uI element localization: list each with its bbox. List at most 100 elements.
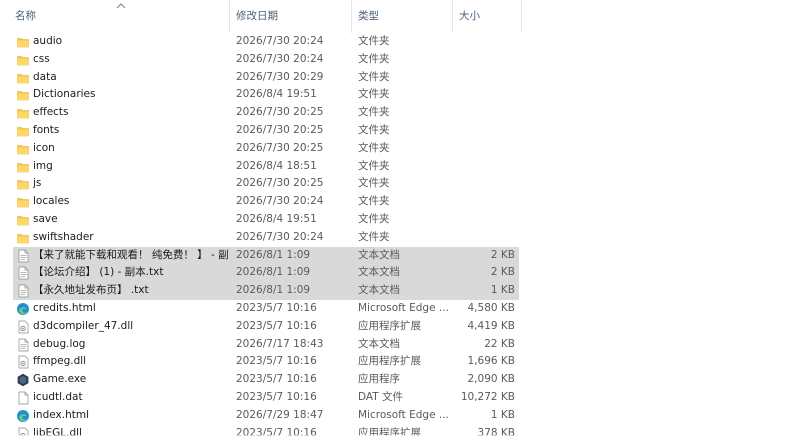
file-row[interactable]: locales 2026/7/30 20:24 文件夹 xyxy=(13,193,519,211)
file-name: d3dcompiler_47.dll xyxy=(33,319,134,332)
file-date: 2026/7/29 18:47 xyxy=(236,408,324,421)
column-header-type[interactable]: 类型 xyxy=(358,0,379,33)
file-size: 10,272 KB xyxy=(460,391,515,403)
file-row[interactable]: 【永久地址发布页】 .txt 2026/8/1 1:09 文本文档 1 KB xyxy=(13,282,519,300)
file-type: 文件夹 xyxy=(358,70,390,83)
dll-icon xyxy=(16,355,30,369)
file-type: 文件夹 xyxy=(358,141,390,154)
file-name: Game.exe xyxy=(33,373,87,386)
file-row[interactable]: index.html 2026/7/29 18:47 Microsoft Edge … xyxy=(13,407,519,425)
dll-icon xyxy=(16,427,30,436)
file-name: fonts xyxy=(33,124,60,136)
file-row[interactable]: credits.html 2023/5/7 10:16 Microsoft Edge… xyxy=(13,300,519,318)
file-name: index.html xyxy=(33,408,89,421)
file-size xyxy=(453,175,515,193)
blank-file-icon xyxy=(16,391,30,405)
column-header-date[interactable]: 修改日期 xyxy=(236,0,278,33)
file-row[interactable]: 【来了就能下载和观看！ 纯免费！ 】 - 副... 2026/8/1 1:09 文本… xyxy=(13,246,519,265)
edge-icon xyxy=(16,302,30,316)
file-date: 2026/8/1 1:09 xyxy=(236,248,311,261)
column-header-bar: 名称 修改日期 类型 大小 xyxy=(0,0,800,33)
file-date: 2023/5/7 10:16 xyxy=(236,302,317,314)
file-row[interactable]: 【论坛介绍】 (1) - 副本.txt 2026/8/1 1:09 文本文档 2 KB xyxy=(13,264,519,283)
file-row[interactable]: data 2026/7/30 20:29 文件夹 xyxy=(13,69,519,87)
file-name: Dictionaries xyxy=(33,88,96,101)
file-row[interactable]: save 2026/8/4 19:51 文件夹 xyxy=(13,211,519,229)
folder-icon xyxy=(16,177,30,191)
file-size: 2 KB xyxy=(490,248,515,261)
text-file-icon xyxy=(16,338,30,352)
file-date: 2023/5/7 10:16 xyxy=(236,373,317,386)
file-name: ffmpeg.dll xyxy=(33,355,87,368)
sort-ascending-icon xyxy=(116,3,126,9)
file-name: img xyxy=(33,159,53,172)
file-size xyxy=(453,104,515,122)
file-name: icudtl.dat xyxy=(33,391,83,403)
file-row[interactable]: css 2026/7/30 20:24 文件夹 xyxy=(13,51,519,69)
column-divider[interactable] xyxy=(351,0,352,33)
file-name: icon xyxy=(33,141,55,154)
file-size xyxy=(453,33,515,51)
game-exe-icon xyxy=(16,373,30,387)
file-date: 2023/5/7 10:16 xyxy=(236,391,317,403)
file-size: 22 KB xyxy=(484,337,515,350)
folder-icon xyxy=(16,231,30,245)
file-row[interactable]: ffmpeg.dll 2023/5/7 10:16 应用程序扩展 1,696 KB xyxy=(13,353,519,371)
folder-icon xyxy=(16,71,30,85)
file-size xyxy=(453,193,515,211)
file-type: 文本文档 xyxy=(358,248,400,261)
file-row[interactable]: d3dcompiler_47.dll 2023/5/7 10:16 应用程序扩展 4,… xyxy=(13,318,519,336)
column-divider[interactable] xyxy=(452,0,453,33)
file-name: locales xyxy=(33,195,70,208)
column-divider[interactable] xyxy=(521,0,522,33)
file-row[interactable]: Dictionaries 2026/8/4 19:51 文件夹 xyxy=(13,86,519,104)
file-type: 文件夹 xyxy=(358,124,390,136)
file-type: 文件夹 xyxy=(358,106,390,119)
file-date: 2026/7/30 20:24 xyxy=(236,195,324,208)
file-name: css xyxy=(33,52,50,65)
file-date: 2026/8/4 18:51 xyxy=(236,159,317,172)
edge-icon xyxy=(16,409,30,423)
file-row[interactable]: libEGL.dll 2023/5/7 10:16 应用程序扩展 378 KB xyxy=(13,425,519,439)
file-date: 2026/8/4 19:51 xyxy=(236,213,317,225)
file-row[interactable]: audio 2026/7/30 20:24 文件夹 xyxy=(13,33,519,51)
file-row[interactable]: img 2026/8/4 18:51 文件夹 xyxy=(13,158,519,176)
dll-icon xyxy=(16,320,30,334)
file-name: effects xyxy=(33,106,69,119)
file-row[interactable]: effects 2026/7/30 20:25 文件夹 xyxy=(13,104,519,122)
file-size xyxy=(453,211,515,229)
file-type: 应用程序扩展 xyxy=(358,319,421,332)
file-row[interactable]: js 2026/7/30 20:25 文件夹 xyxy=(13,175,519,193)
file-date: 2026/7/30 20:25 xyxy=(236,177,324,190)
column-header-name[interactable]: 名称 xyxy=(15,0,36,33)
folder-icon xyxy=(16,88,30,102)
column-header-size[interactable]: 大小 xyxy=(459,0,480,33)
file-date: 2026/7/17 18:43 xyxy=(236,337,324,350)
file-type: 文本文档 xyxy=(358,266,400,279)
file-type: DAT 文件 xyxy=(358,391,404,403)
folder-icon xyxy=(16,124,30,138)
file-date: 2023/5/7 10:16 xyxy=(236,319,317,332)
file-date: 2026/8/1 1:09 xyxy=(236,284,311,297)
file-row[interactable]: Game.exe 2023/5/7 10:16 应用程序 2,090 KB xyxy=(13,371,519,389)
file-name: libEGL.dll xyxy=(33,426,82,439)
file-name: js xyxy=(33,177,42,190)
file-row[interactable]: debug.log 2026/7/17 18:43 文本文档 22 KB xyxy=(13,336,519,354)
file-type: Microsoft Edge ... xyxy=(358,302,449,314)
file-date: 2026/7/30 20:24 xyxy=(236,52,324,65)
file-date: 2026/7/30 20:24 xyxy=(236,35,324,47)
file-row[interactable]: fonts 2026/7/30 20:25 文件夹 xyxy=(13,122,519,140)
folder-icon xyxy=(16,213,30,227)
file-row[interactable]: icon 2026/7/30 20:25 文件夹 xyxy=(13,140,519,158)
file-type: 文件夹 xyxy=(358,213,390,225)
file-name: debug.log xyxy=(33,337,86,350)
file-type: 文件夹 xyxy=(358,52,390,65)
folder-icon xyxy=(16,195,30,209)
file-size: 4,580 KB xyxy=(467,302,516,314)
file-row[interactable]: icudtl.dat 2023/5/7 10:16 DAT 文件 10,272 KB xyxy=(13,389,519,407)
file-date: 2023/5/7 10:16 xyxy=(236,355,317,368)
file-date: 2026/7/30 20:29 xyxy=(236,70,324,83)
column-divider[interactable] xyxy=(229,0,230,33)
file-type: 文件夹 xyxy=(358,88,390,101)
file-row[interactable]: swiftshader 2026/7/30 20:24 文件夹 xyxy=(13,229,519,247)
